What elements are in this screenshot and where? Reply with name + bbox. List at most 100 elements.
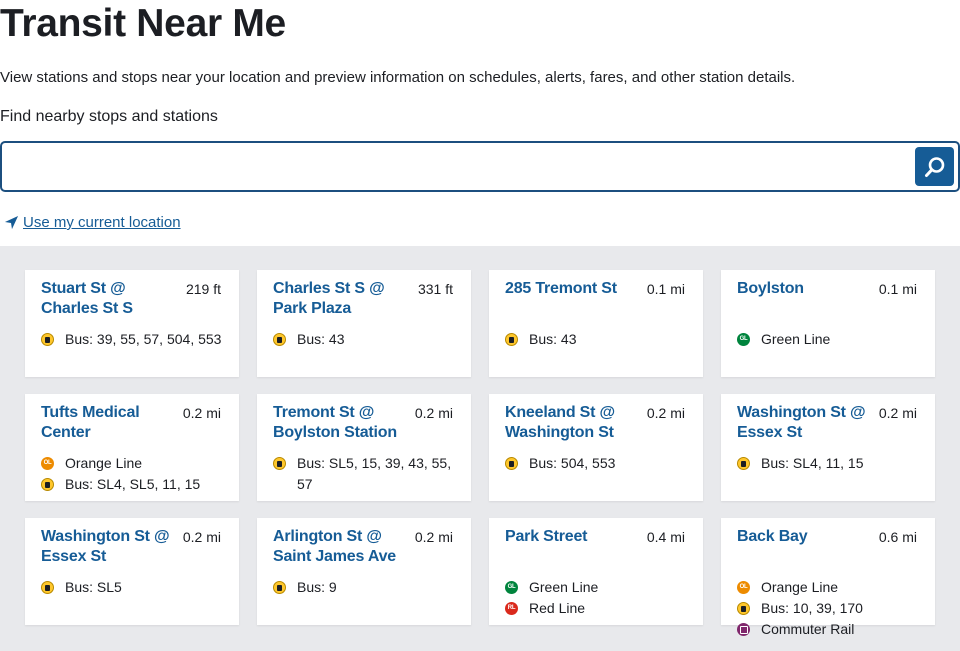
route-text: Bus: SL4, SL5, 11, 15 [65,476,201,492]
route-item: OL Orange Line [737,577,927,598]
route-item: RL Red Line [505,598,695,619]
bus-icon [505,333,518,346]
stop-name-link[interactable]: Washington St @ Essex St [737,403,877,443]
stop-distance: 0.4 mi [646,529,685,545]
route-item: Bus: SL4, SL5, 11, 15 [41,474,231,495]
use-current-location-link[interactable]: Use my current location [4,214,181,231]
stop-name-link[interactable]: Boylston [737,279,877,299]
route-list: OL Orange Line Bus: 10, 39, 170 Commuter Ra… [737,577,927,640]
route-list: GL Green Line RL Red Line [505,577,695,619]
route-list: Bus: 39, 55, 57, 504, 553 [41,329,231,350]
stop-distance: 0.2 mi [878,405,917,421]
route-item: Bus: 43 [505,329,695,350]
bus-icon [737,602,750,615]
route-list: Bus: 504, 553 [505,453,695,474]
stop-name-link[interactable]: Back Bay [737,527,877,547]
route-item: Bus: 10, 39, 170 [737,598,927,619]
search-box [0,141,960,192]
orange-line-icon: OL [737,581,750,594]
stop-distance: 0.2 mi [646,405,685,421]
bus-icon [737,457,750,470]
stop-name-link[interactable]: Washington St @ Essex St [41,527,181,567]
route-item: Bus: SL5, 15, 39, 43, 55, 57 [273,453,463,495]
stop-card[interactable]: Tremont St @ Boylston Station 0.2 mi Bus: … [257,394,471,501]
route-list: Bus: 9 [273,577,463,598]
stop-distance: 0.2 mi [182,405,221,421]
stop-card[interactable]: Kneeland St @ Washington St 0.2 mi Bus: 50… [489,394,703,501]
stop-card[interactable]: Tufts Medical Center 0.2 mi OL Orange Line B… [25,394,239,501]
stop-distance: 0.2 mi [182,529,221,545]
route-item: Bus: 504, 553 [505,453,695,474]
stop-name-link[interactable]: Arlington St @ Saint James Ave [273,527,413,567]
orange-line-icon: OL [41,457,54,470]
stop-name-link[interactable]: Tufts Medical Center [41,403,181,443]
stop-distance: 0.6 mi [878,529,917,545]
route-text: Bus: 10, 39, 170 [761,600,863,616]
stop-card[interactable]: Stuart St @ Charles St S 219 ft Bus: 39, 5… [25,270,239,377]
route-list: Bus: SL5 [41,577,231,598]
use-current-location-label: Use my current location [23,214,181,231]
stop-distance: 0.2 mi [414,405,453,421]
search-label: Find nearby stops and stations [0,108,218,125]
route-text: Bus: 504, 553 [529,455,616,471]
stop-card[interactable]: Washington St @ Essex St 0.2 mi Bus: SL4, … [721,394,935,501]
stop-card[interactable]: Back Bay 0.6 mi OL Orange Line Bus: 10, 39, … [721,518,935,637]
route-text: Orange Line [761,579,839,595]
stop-name-link[interactable]: Kneeland St @ Washington St [505,403,645,443]
search-input[interactable] [2,143,902,190]
route-text: Green Line [761,331,831,347]
bus-icon [505,457,518,470]
route-text: Green Line [529,579,599,595]
commuter-rail-icon [737,623,750,636]
bus-icon [41,478,54,491]
stop-name-link[interactable]: Park Street [505,527,645,547]
route-item: Commuter Rail [737,619,927,640]
route-text: Bus: SL5 [65,579,122,595]
search-icon [924,156,944,177]
stop-distance: 219 ft [185,281,221,297]
route-text: Red Line [529,600,586,616]
stop-card[interactable]: Washington St @ Essex St 0.2 mi Bus: SL5 [25,518,239,625]
route-text: Bus: SL4, 11, 15 [761,455,864,471]
location-arrow-icon [4,215,19,230]
route-list: OL Orange Line Bus: SL4, SL5, 11, 15 [41,453,231,495]
stop-name-link[interactable]: Charles St S @ Park Plaza [273,279,413,319]
route-text: Bus: 39, 55, 57, 504, 553 [65,331,222,347]
route-list: GL Green Line [737,329,927,350]
results-area: Stuart St @ Charles St S 219 ft Bus: 39, 5… [0,246,960,651]
stop-card[interactable]: 285 Tremont St 0.1 mi Bus: 43 [489,270,703,377]
bus-icon [41,581,54,594]
red-line-icon: RL [505,602,518,615]
stop-distance: 0.1 mi [878,281,917,297]
page-title: Transit Near Me [0,2,286,45]
bus-icon [41,333,54,346]
bus-icon [273,581,286,594]
route-item: OL Orange Line [41,453,231,474]
stop-card[interactable]: Charles St S @ Park Plaza 331 ft Bus: 43 [257,270,471,377]
route-text: Bus: 43 [529,331,577,347]
green-line-icon: GL [505,581,518,594]
route-text: Commuter Rail [761,621,855,637]
route-list: Bus: SL4, 11, 15 [737,453,927,474]
bus-icon [273,333,286,346]
route-text: Bus: 9 [297,579,337,595]
stop-name-link[interactable]: Tremont St @ Boylston Station [273,403,413,443]
bus-icon [273,457,286,470]
search-button[interactable] [915,147,954,186]
route-list: Bus: 43 [505,329,695,350]
stop-card[interactable]: Boylston 0.1 mi GL Green Line [721,270,935,377]
stop-name-link[interactable]: 285 Tremont St [505,279,645,299]
stop-distance: 0.1 mi [646,281,685,297]
stop-distance: 0.2 mi [414,529,453,545]
route-item: GL Green Line [505,577,695,598]
green-line-icon: GL [737,333,750,346]
route-item: Bus: SL4, 11, 15 [737,453,927,474]
stop-name-link[interactable]: Stuart St @ Charles St S [41,279,181,319]
stop-distance: 331 ft [417,281,453,297]
stop-card[interactable]: Park Street 0.4 mi GL Green Line RL Red Line [489,518,703,625]
route-text: Orange Line [65,455,143,471]
stop-card[interactable]: Arlington St @ Saint James Ave 0.2 mi Bus:… [257,518,471,625]
route-item: GL Green Line [737,329,927,350]
route-item: Bus: 9 [273,577,463,598]
page-intro: View stations and stops near your locati… [0,69,796,86]
